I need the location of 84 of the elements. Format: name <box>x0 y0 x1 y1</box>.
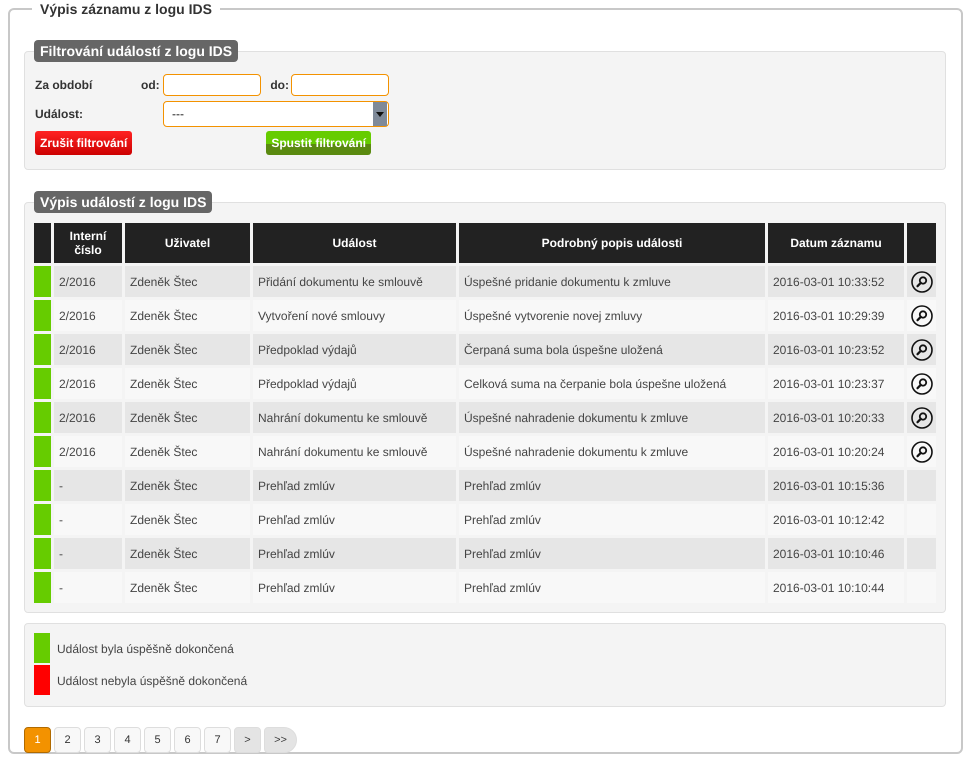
page-button[interactable]: 2 <box>54 727 81 753</box>
table-cell: 2016-03-01 10:23:52 <box>768 334 904 365</box>
table-cell: Prehľad zmlúv <box>459 572 765 603</box>
page-button[interactable]: > <box>234 727 261 753</box>
table-cell: Úspešné nahradenie dokumentu k zmluve <box>459 402 765 433</box>
table-cell: Zdeněk Štec <box>125 266 250 297</box>
table-cell: 2016-03-01 10:12:42 <box>768 504 904 535</box>
header-cell <box>34 223 51 263</box>
from-label: od: <box>141 78 161 92</box>
column-header: Podrobný popis události <box>459 223 765 263</box>
page-button[interactable]: 6 <box>174 727 201 753</box>
page-button[interactable]: 7 <box>204 727 231 753</box>
page-button[interactable]: 4 <box>114 727 141 753</box>
table-cell: Vytvoření nové smlouvy <box>253 300 456 331</box>
event-label: Událost: <box>35 107 84 121</box>
column-header: Interní číslo <box>54 223 122 263</box>
from-date-field[interactable] <box>163 74 261 96</box>
table-cell: Předpoklad výdajů <box>253 368 456 399</box>
table-cell: 2/2016 <box>54 402 122 433</box>
table-cell: 2/2016 <box>54 334 122 365</box>
table-cell: Zdeněk Štec <box>125 334 250 365</box>
table-cell: - <box>54 470 122 501</box>
table-cell: 2016-03-01 10:10:44 <box>768 572 904 603</box>
table-cell: Nahrání dokumentu ke smlouvě <box>253 436 456 467</box>
table-cell: 2016-03-01 10:20:33 <box>768 402 904 433</box>
table-cell: Zdeněk Štec <box>125 504 250 535</box>
search-icon[interactable] <box>910 338 932 360</box>
table-cell: Čerpaná suma bola úspešne uložená <box>459 334 765 365</box>
table-cell: Prehľad zmlúv <box>459 538 765 569</box>
search-icon[interactable] <box>910 304 932 326</box>
table-cell: Úspešné nahradenie dokumentu k zmluve <box>459 436 765 467</box>
table-cell: Prehľad zmlúv <box>253 538 456 569</box>
table-cell: 2016-03-01 10:20:24 <box>768 436 904 467</box>
table-cell: Zdeněk Štec <box>125 572 250 603</box>
table-cell: Zdeněk Štec <box>125 300 250 331</box>
table-cell: Úspešné pridanie dokumentu k zmluve <box>459 266 765 297</box>
header-cell <box>907 223 936 263</box>
table-cell: 2/2016 <box>54 436 122 467</box>
table-cell: Předpoklad výdajů <box>253 334 456 365</box>
table-cell: Prehľad zmlúv <box>253 572 456 603</box>
panel-title: Výpis událostí z logu IDS <box>34 191 212 213</box>
legend-label: Událost byla úspěšně dokončená <box>57 642 234 656</box>
table-cell: 2016-03-01 10:33:52 <box>768 266 904 297</box>
column-header: Událost <box>253 223 456 263</box>
table-cell: Přidání dokumentu ke smlouvě <box>253 266 456 297</box>
search-icon[interactable] <box>910 440 932 462</box>
search-icon[interactable] <box>910 270 932 292</box>
table-cell: Prehľad zmlúv <box>253 470 456 501</box>
table-cell: Zdeněk Štec <box>125 538 250 569</box>
page-button[interactable]: 3 <box>84 727 111 753</box>
table-cell: Celková suma na čerpanie bola úspešne uložená <box>459 368 765 399</box>
table-cell: Zdeněk Štec <box>125 470 250 501</box>
to-date-field[interactable] <box>291 74 389 96</box>
legend-label: Událost nebyla úspěšně dokončená <box>57 674 248 688</box>
table-cell: Zdeněk Štec <box>125 436 250 467</box>
table-cell: 2016-03-01 10:15:36 <box>768 470 904 501</box>
column-header: Datum záznamu <box>768 223 904 263</box>
table-cell: 2/2016 <box>54 300 122 331</box>
table-cell: 2016-03-01 10:29:39 <box>768 300 904 331</box>
panel-title: Filtrování událostí z logu IDS <box>34 40 238 62</box>
page-button[interactable]: 5 <box>144 727 171 753</box>
table-cell: - <box>54 504 122 535</box>
cancel-filter-button[interactable]: Zrušit filtrování <box>35 131 132 155</box>
table-cell: Nahrání dokumentu ke smlouvě <box>253 402 456 433</box>
table-cell: 2016-03-01 10:10:46 <box>768 538 904 569</box>
period-label: Za období <box>35 78 94 92</box>
search-icon[interactable] <box>910 372 932 394</box>
column-header: Uživatel <box>125 223 250 263</box>
table-cell: Zdeněk Štec <box>125 402 250 433</box>
search-icon[interactable] <box>910 406 932 428</box>
table-cell: Úspešné vytvorenie novej zmluvy <box>459 300 765 331</box>
table-cell: 2/2016 <box>54 368 122 399</box>
table-cell: Prehľad zmlúv <box>253 504 456 535</box>
page-button[interactable]: >> <box>264 727 297 753</box>
page-title: Výpis záznamu z logu IDS <box>39 1 213 17</box>
table-cell: Prehľad zmlúv <box>459 504 765 535</box>
table-cell: - <box>54 572 122 603</box>
table-cell: 2016-03-01 10:23:37 <box>768 368 904 399</box>
table-cell: 2/2016 <box>54 266 122 297</box>
to-label: do: <box>269 78 290 92</box>
table-cell: Zdeněk Štec <box>125 368 250 399</box>
table-cell: Prehľad zmlúv <box>459 470 765 501</box>
event-select[interactable]: --- <box>163 101 389 127</box>
table-cell: - <box>54 538 122 569</box>
